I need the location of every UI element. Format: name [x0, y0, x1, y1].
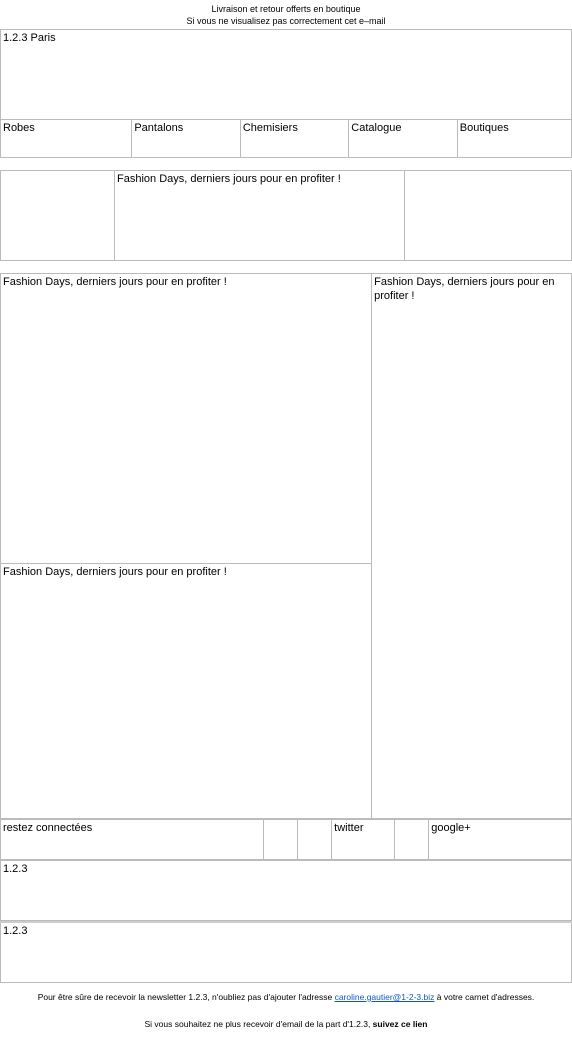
footnote-prefix: Pour être sûre de recevoir la newsletter…	[38, 992, 335, 1002]
footnote-unsub-prefix: Si vous souhaitez ne plus recevoir d'ema…	[145, 1019, 373, 1029]
grid-right[interactable]: Fashion Days, derniers jours pour en pro…	[372, 274, 572, 819]
logo-cell[interactable]: 1.2.3 Paris	[1, 30, 572, 120]
social-icon-2[interactable]	[297, 820, 331, 860]
hero-title[interactable]: Fashion Days, derniers jours pour en pro…	[115, 171, 405, 261]
social-label: restez connectées	[1, 820, 264, 860]
footer-brand-2[interactable]: 1.2.3	[1, 922, 572, 982]
nav-pantalons[interactable]: Pantalons	[132, 120, 240, 158]
footnote-unsub: Si vous souhaitez ne plus recevoir d'ema…	[20, 1018, 552, 1032]
nav-boutiques[interactable]: Boutiques	[457, 120, 571, 158]
nav-chemisiers[interactable]: Chemisiers	[240, 120, 348, 158]
footnote-suffix: à votre carnet d'adresses.	[434, 992, 534, 1002]
social-twitter[interactable]: twitter	[332, 820, 395, 860]
preheader-line2[interactable]: Si vous ne visualisez pas correctement c…	[0, 16, 572, 28]
footer-brand-1[interactable]: 1.2.3	[1, 861, 572, 921]
hero-right-spacer	[405, 171, 572, 261]
footnote-email-link[interactable]: caroline.gautier@1-2-3.biz	[335, 992, 435, 1002]
preheader-line1: Livraison et retour offerts en boutique	[0, 4, 572, 16]
hero-left-spacer	[1, 171, 115, 261]
footnote-addressbook: Pour être sûre de recevoir la newsletter…	[20, 991, 552, 1005]
social-icon-1[interactable]	[263, 820, 297, 860]
grid-bottom-left[interactable]: Fashion Days, derniers jours pour en pro…	[1, 564, 372, 819]
grid-top-left[interactable]: Fashion Days, derniers jours pour en pro…	[1, 274, 372, 564]
social-google[interactable]: google+	[429, 820, 572, 860]
social-icon-3[interactable]	[394, 820, 428, 860]
nav-robes[interactable]: Robes	[1, 120, 132, 158]
nav-catalogue[interactable]: Catalogue	[349, 120, 457, 158]
footnote-unsub-link[interactable]: suivez ce lien	[373, 1019, 428, 1029]
